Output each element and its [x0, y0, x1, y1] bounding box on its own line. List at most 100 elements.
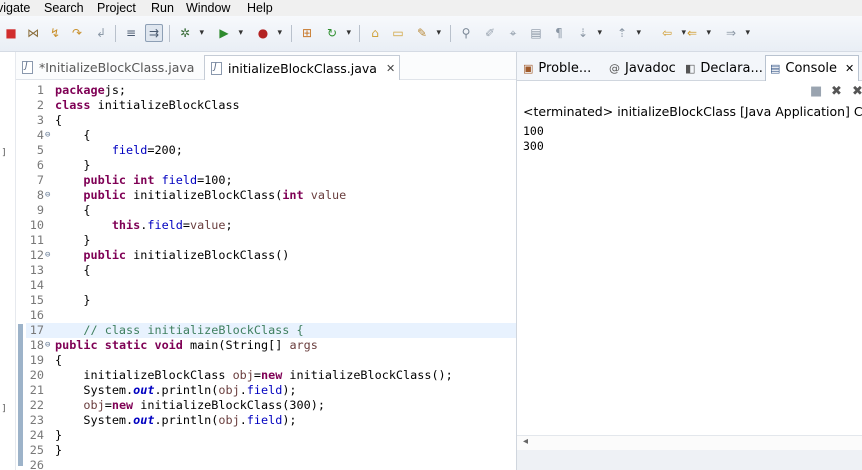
code-line[interactable]: 9 {	[26, 203, 516, 218]
annotation-icon[interactable]: ▤	[527, 24, 545, 42]
open-folder-icon[interactable]: ⌂	[366, 24, 384, 42]
code-text: System.out.println(obj.field);	[55, 383, 296, 398]
tab-initializeblockclass-dirty[interactable]: *InitializeBlockClass.java	[16, 55, 202, 80]
back-icon[interactable]: ⇐	[683, 24, 711, 42]
tab-initializeblockclass[interactable]: initializeBlockClass.java ✕	[204, 55, 400, 80]
search-icon[interactable]: ✎	[413, 24, 441, 42]
code-line[interactable]: 14	[26, 278, 516, 293]
code-text: {	[55, 263, 90, 278]
menu-window[interactable]: Window	[186, 0, 230, 16]
nav-prev-icon[interactable]: ⇣	[574, 24, 602, 42]
menu-help[interactable]: Help	[247, 0, 273, 16]
line-number: 13	[29, 263, 44, 277]
code-line[interactable]: 6 }	[26, 158, 516, 173]
code-line[interactable]: 26	[26, 458, 516, 470]
line-number: 14	[29, 278, 44, 292]
menu-project[interactable]: Project	[97, 0, 136, 16]
code-token: =200;	[147, 143, 183, 157]
use-step-filters-icon[interactable]: ⇉	[145, 24, 163, 42]
code-line[interactable]: 5 field=200;	[26, 143, 516, 158]
code-line[interactable]: 18 ⊖ public static void main(String[] args	[26, 338, 516, 353]
code-line[interactable]: 16	[26, 308, 516, 323]
code-token: new	[260, 368, 283, 382]
remove-all-icon[interactable]: ✖	[852, 84, 862, 99]
code-line[interactable]: 20 initializeBlockClass obj=new initiali…	[26, 368, 516, 383]
menu-navigate[interactable]: vigate	[0, 0, 30, 16]
tab-javadoc[interactable]: @ Javadoc	[609, 55, 676, 81]
step-return-icon[interactable]: ↲	[92, 24, 110, 42]
code-line[interactable]: 8 ⊖ public initializeBlockClass(int value	[26, 188, 516, 203]
code-token: }	[55, 233, 91, 247]
code-token: {	[55, 353, 63, 367]
pin-icon[interactable]: ⚲	[457, 24, 475, 42]
run-external-icon[interactable]: ●	[254, 24, 282, 42]
code-line[interactable]: 19 {	[26, 353, 516, 368]
show-whitespace-icon[interactable]: ¶	[550, 24, 568, 42]
code-line[interactable]: 2 class initializeBlockClass	[26, 98, 516, 113]
debug-icon[interactable]: ✲	[176, 24, 204, 42]
menu-run[interactable]: Run	[151, 0, 174, 16]
fold-toggle-icon[interactable]: ⊖	[45, 338, 53, 353]
run-icon[interactable]: ▶	[215, 24, 243, 42]
fold-toggle-icon[interactable]: ⊖	[45, 188, 53, 203]
line-number: 15	[29, 293, 44, 307]
code-token: initializeBlockClass	[90, 98, 240, 112]
code-line[interactable]: 13 {	[26, 263, 516, 278]
code-line[interactable]: 24}	[26, 428, 516, 443]
close-icon[interactable]: ✕	[845, 62, 854, 75]
code-token: }	[55, 293, 91, 307]
code-line[interactable]: 3{	[26, 113, 516, 128]
toolbar-separator	[291, 25, 292, 42]
line-number: 5	[36, 143, 44, 157]
left-strip-mark: ]	[2, 404, 6, 414]
toggle-icon[interactable]: ≡	[122, 24, 140, 42]
code-text-area[interactable]: 1 packagejs; 2 class initializeBlockClass 3{…	[26, 80, 516, 470]
skip-breakpoints-icon[interactable]: ⋈	[24, 24, 42, 42]
line-number: 2	[36, 98, 44, 112]
last-edit-icon[interactable]: ⇦	[658, 24, 686, 42]
line-number: 4	[36, 128, 44, 142]
code-text: }	[55, 443, 62, 458]
tab-declaration[interactable]: ◧ Declara...	[685, 55, 763, 81]
code-line[interactable]: 25}	[26, 443, 516, 458]
code-line[interactable]: 22 obj=new initializeBlockClass(300);	[26, 398, 516, 413]
terminate-icon[interactable]: ■	[810, 84, 822, 99]
code-line[interactable]: 17 // class initializeBlockClass {	[26, 323, 516, 338]
code-text: {	[55, 113, 62, 128]
code-token: field	[161, 173, 198, 187]
tab-console[interactable]: ▤ Console ✕	[765, 55, 859, 81]
menu-search[interactable]: Search	[44, 0, 84, 16]
mark-icon[interactable]: ⌖	[504, 24, 522, 42]
fold-toggle-icon[interactable]: ⊖	[45, 248, 53, 263]
code-line[interactable]: 21 System.out.println(obj.field);	[26, 383, 516, 398]
new-class-icon[interactable]: ⊞	[298, 24, 316, 42]
problems-icon: ▣	[523, 61, 534, 75]
code-line[interactable]: 4 ⊖ {	[26, 128, 516, 143]
code-token: .println(	[154, 383, 219, 397]
code-line[interactable]: 12 ⊖ public initializeBlockClass()	[26, 248, 516, 263]
step-into-icon[interactable]: ↯	[46, 24, 64, 42]
code-line[interactable]: 10 this.field=value;	[26, 218, 516, 233]
stop-icon[interactable]: ■	[2, 24, 20, 42]
code-text: {	[55, 203, 90, 218]
code-line[interactable]: 15 }	[26, 293, 516, 308]
edit-icon[interactable]: ✐	[481, 24, 499, 42]
scroll-left-icon[interactable]: ◂	[523, 436, 528, 447]
horizontal-scrollbar[interactable]: ◂	[517, 435, 862, 450]
code-line[interactable]: 23 System.out.println(obj.field);	[26, 413, 516, 428]
close-icon[interactable]: ✕	[386, 62, 395, 75]
code-line[interactable]: 1 packagejs;	[26, 83, 516, 98]
fold-toggle-icon[interactable]: ⊖	[45, 128, 53, 143]
line-number: 3	[36, 113, 44, 127]
code-line[interactable]: 7 public int field=100;	[26, 173, 516, 188]
step-over-icon[interactable]: ↷	[68, 24, 86, 42]
open-type-icon[interactable]: ▭	[389, 24, 407, 42]
console-status: <terminated> initializeBlockClass [Java …	[523, 104, 862, 119]
tab-problems[interactable]: ▣ Proble...	[523, 55, 591, 81]
refresh-icon[interactable]: ↻	[323, 24, 351, 42]
code-line[interactable]: 11 }	[26, 233, 516, 248]
remove-launch-icon[interactable]: ✖	[831, 84, 842, 99]
nav-next-icon[interactable]: ⇡	[613, 24, 641, 42]
forward-icon[interactable]: ⇒	[722, 24, 750, 42]
